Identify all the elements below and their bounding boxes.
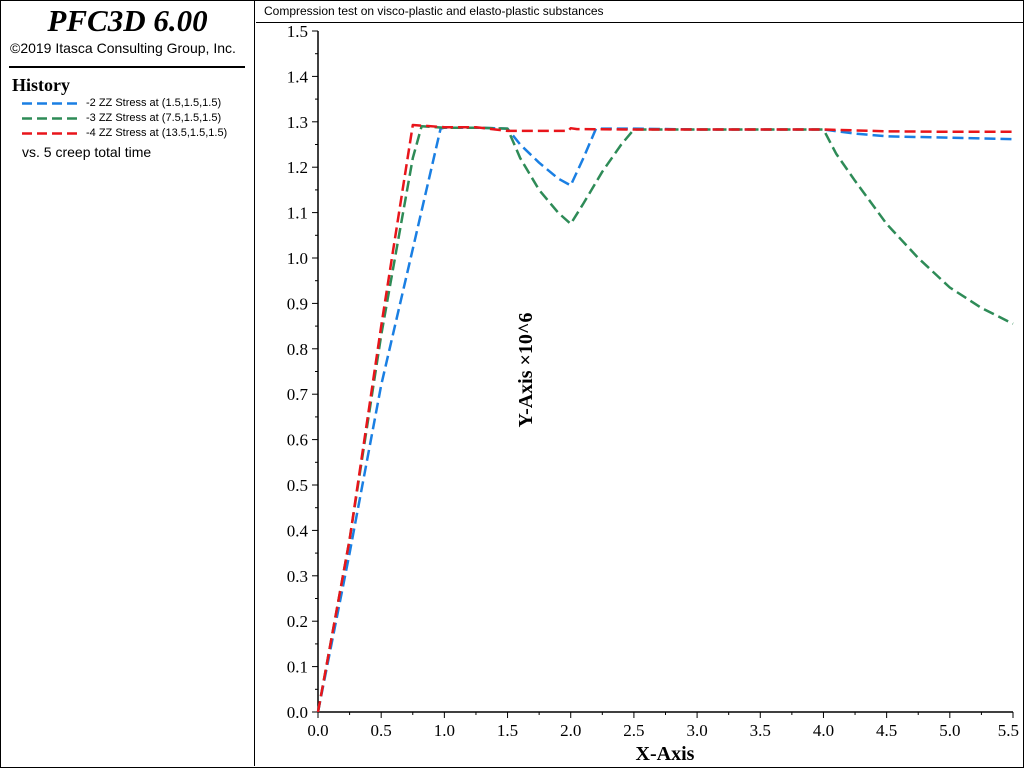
legend-label-series-4: -4 ZZ Stress at (13.5,1.5,1.5): [86, 127, 228, 139]
chart-canvas: 0.0 0.1 0.2 0.3 0.4 0.5 0.6 0.7 0.8 0.9 1.0 1.1 1.2 1…: [287, 22, 1019, 765]
legend-swatch-series-2: [22, 102, 80, 105]
legend-swatch-series-4: [22, 132, 80, 135]
legend-label-series-3: -3 ZZ Stress at (7.5,1.5,1.5): [86, 112, 222, 124]
x-tick-label: 2.5: [623, 721, 644, 740]
x-tick-label: 1.0: [434, 721, 455, 740]
y-tick-label: 0.9: [287, 294, 308, 313]
y-tick-label: 0.3: [287, 567, 308, 586]
x-tick-label: 5.5: [998, 721, 1019, 740]
x-tick-label: 0.0: [307, 721, 328, 740]
series-line-4: [316, 123, 1013, 713]
app-title: PFC3D 6.00: [47, 3, 208, 38]
y-tick-label: 1.4: [287, 67, 309, 86]
x-tick-label: 4.0: [813, 721, 834, 740]
legend-swatch-series-3: [22, 117, 80, 120]
x-tick-label: 0.5: [371, 721, 392, 740]
y-tick-label: 1.0: [287, 249, 308, 268]
legend-panel: PFC3D 6.00 ©2019 Itasca Consulting Group…: [0, 0, 255, 766]
y-tick-label: 1.2: [287, 158, 308, 177]
x-variable-text: vs. 5 creep total time: [22, 144, 152, 160]
y-tick-label: 0.4: [287, 521, 309, 540]
y-tick-label: 0.7: [287, 385, 309, 404]
legend-heading: History: [12, 75, 70, 95]
series-line-2: [316, 126, 1014, 713]
x-tick-label: 1.5: [497, 721, 518, 740]
series-line-3: [316, 125, 1014, 713]
y-tick-label: 0.2: [287, 612, 308, 631]
y-tick-label: 0.8: [287, 340, 308, 359]
x-tick-label: 2.0: [560, 721, 581, 740]
x-axis-title: X-Axis: [636, 743, 695, 765]
plot-area: Compression test on visco-plastic and el…: [256, 0, 1023, 767]
y-tick-label: 1.5: [287, 22, 308, 41]
y-axis-title: Y-Axis ×10^6: [515, 312, 537, 427]
x-tick-label: 3.5: [750, 721, 771, 740]
y-tick-label: 1.3: [287, 113, 308, 132]
y-tick-label: 1.1: [287, 204, 308, 223]
series-layer: [316, 123, 1014, 713]
x-tick-label: 4.5: [876, 721, 897, 740]
x-tick-label: 5.0: [939, 721, 960, 740]
copyright-text: ©2019 Itasca Consulting Group, Inc.: [10, 40, 236, 56]
y-tick-label: 0.5: [287, 476, 308, 495]
y-tick-label: 0.6: [287, 431, 308, 450]
y-tick-label: 0.1: [287, 658, 308, 677]
y-tick-label: 0.0: [287, 703, 308, 722]
panel-divider: [9, 66, 245, 68]
x-tick-label: 3.0: [686, 721, 707, 740]
legend-label-series-2: -2 ZZ Stress at (1.5,1.5,1.5): [86, 97, 222, 109]
